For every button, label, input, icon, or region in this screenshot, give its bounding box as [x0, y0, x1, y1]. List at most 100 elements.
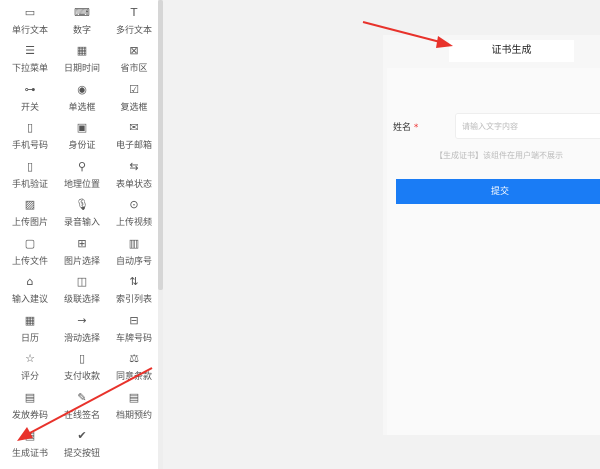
component-label: 身份证: [68, 141, 96, 152]
component-label: 开关: [20, 102, 39, 113]
component-item[interactable]: ▯ 支付收款: [56, 349, 108, 388]
component-icon: 🎙: [75, 198, 89, 212]
component-item[interactable]: ☰ 下拉菜单: [4, 41, 56, 80]
certificate-hint: 【生成证书】该组件在用户端不展示: [435, 151, 563, 160]
component-icon: ▦: [76, 44, 88, 58]
component-label: 提交按钮: [63, 449, 100, 460]
component-icon: ⇆: [129, 159, 139, 173]
component-icon: ▨: [24, 198, 36, 212]
component-icon: ▥: [128, 236, 140, 250]
component-label: 手机号码: [11, 141, 48, 152]
component-item[interactable]: ▥ 自动序号: [108, 233, 160, 272]
component-icon: ⊞: [77, 236, 87, 250]
component-item[interactable]: ▯ 手机验证: [4, 156, 56, 195]
component-icon: ▤: [128, 390, 140, 404]
component-item[interactable]: ▭ 单行文本: [4, 2, 56, 41]
component-icon: ☆: [25, 352, 35, 366]
component-item[interactable]: ◉ 单选框: [56, 79, 108, 118]
page-title: 证书生成: [449, 40, 574, 62]
component-item[interactable]: ✉ 电子邮箱: [108, 118, 160, 157]
component-item[interactable]: ⊶ 开关: [4, 79, 56, 118]
required-mark: *: [413, 123, 419, 133]
component-item[interactable]: ⊟ 车牌号码: [108, 310, 160, 349]
component-item[interactable]: ⇅ 索引列表: [108, 272, 160, 311]
component-item[interactable]: ⚲ 地理位置: [56, 156, 108, 195]
submit-button[interactable]: 提交: [396, 179, 600, 204]
name-label-text: 姓名: [393, 123, 412, 133]
name-field-label: 姓名 *: [393, 120, 418, 133]
component-item[interactable]: ☑ 复选框: [108, 79, 160, 118]
component-label: 日历: [20, 333, 39, 344]
component-icon: T: [130, 5, 138, 19]
component-label: 支付收款: [63, 372, 100, 383]
component-icon: ▭: [24, 5, 36, 19]
component-label: 在线签名: [63, 410, 100, 421]
component-grid: ▭ 单行文本 ⌨ 数字 T 多行文本 ☰ 下拉菜单 ▦ 日期时间 ⊠ 省市区 ⊶ 开关 ◉ 单选框 ☑ 复选框 ▯ 手…: [0, 0, 158, 464]
component-icon: ⊠: [129, 44, 139, 58]
component-item[interactable]: ⊞ 图片选择: [56, 233, 108, 272]
component-label: 复选框: [120, 102, 148, 113]
component-item[interactable]: ◫ 级联选择: [56, 272, 108, 311]
component-label: 图片选择: [63, 256, 100, 267]
component-label: 档期预约: [115, 410, 152, 421]
component-item[interactable]: ⊠ 省市区: [108, 41, 160, 80]
component-item[interactable]: ▯ 手机号码: [4, 118, 56, 157]
component-icon: ▦: [24, 313, 36, 327]
component-icon: ⌨: [74, 5, 90, 19]
component-item[interactable]: ☆ 评分: [4, 349, 56, 388]
component-item[interactable]: T 多行文本: [108, 2, 160, 41]
component-item[interactable]: ▤ 档期预约: [108, 387, 160, 426]
component-icon: ⊟: [129, 313, 139, 327]
component-icon: ⌂: [26, 275, 34, 289]
component-label: 上传文件: [11, 256, 48, 267]
component-icon: ◫: [76, 275, 88, 289]
component-icon: ✎: [77, 390, 87, 404]
component-label: 下拉菜单: [11, 64, 48, 75]
component-item[interactable]: ▦ 日历: [4, 310, 56, 349]
scrollbar-thumb[interactable]: [158, 0, 163, 290]
component-label: 级联选择: [63, 295, 100, 306]
component-item[interactable]: ▤ 发放券码: [4, 387, 56, 426]
component-item[interactable]: ▣ 身份证: [56, 118, 108, 157]
component-icon: ▢: [24, 236, 36, 250]
component-palette: ▭ 单行文本 ⌨ 数字 T 多行文本 ☰ 下拉菜单 ▦ 日期时间 ⊠ 省市区 ⊶ 开关 ◉ 单选框 ☑ 复选框 ▯ 手…: [0, 0, 158, 469]
component-item[interactable]: ⊙ 上传视频: [108, 195, 160, 234]
component-icon: ▯: [26, 159, 34, 173]
name-input[interactable]: 请输入文字内容: [455, 113, 600, 139]
component-icon: ⇅: [129, 275, 139, 289]
component-item[interactable]: ▦ 日期时间: [56, 41, 108, 80]
component-item[interactable]: ⌨ 数字: [56, 2, 108, 41]
component-label: 地理位置: [63, 179, 100, 190]
component-icon: →: [77, 313, 87, 327]
component-label: 手机验证: [11, 179, 48, 190]
component-item[interactable]: ⌂ 输入建议: [4, 272, 56, 311]
component-item[interactable]: ▨ 上传图片: [4, 195, 56, 234]
form-preview: 证书生成 姓名 * 请输入文字内容 【生成证书】该组件在用户端不展示 提交: [383, 35, 600, 435]
component-item[interactable]: ✔ 提交按钮: [56, 426, 108, 465]
component-icon: ▣: [76, 121, 88, 135]
component-label: 滑动选择: [63, 333, 100, 344]
component-item[interactable]: → 滑动选择: [56, 310, 108, 349]
component-item[interactable]: ▢ 上传文件: [4, 233, 56, 272]
component-label: 单行文本: [11, 25, 48, 36]
component-label: 车牌号码: [115, 333, 152, 344]
component-label: 输入建议: [11, 295, 48, 306]
component-label: 省市区: [120, 64, 148, 75]
component-icon: ⊶: [24, 82, 36, 96]
component-icon: ⊙: [129, 198, 139, 212]
component-icon: ▯: [78, 352, 86, 366]
component-item[interactable]: ✎ 在线签名: [56, 387, 108, 426]
component-icon: ⚖: [129, 352, 139, 366]
component-label: 表单状态: [115, 179, 152, 190]
component-icon: ✉: [129, 121, 139, 135]
component-icon: ▤: [24, 429, 36, 443]
component-icon: ✔: [77, 429, 87, 443]
component-icon: ☑: [129, 82, 139, 96]
component-item[interactable]: ▤ 生成证书: [4, 426, 56, 465]
component-label: 评分: [20, 372, 39, 383]
component-item[interactable]: ⇆ 表单状态: [108, 156, 160, 195]
component-label: 录音输入: [63, 218, 100, 229]
component-item[interactable]: ⚖ 同意条款: [108, 349, 160, 388]
component-label: 日期时间: [63, 64, 100, 75]
component-item[interactable]: 🎙 录音输入: [56, 195, 108, 234]
